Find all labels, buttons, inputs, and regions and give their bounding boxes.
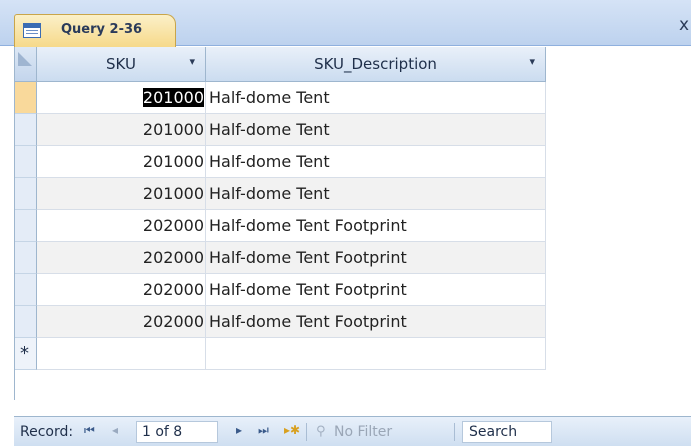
selected-text: 201000 xyxy=(142,88,204,107)
sku-cell[interactable]: 202000 xyxy=(37,242,206,274)
new-sku-cell[interactable] xyxy=(37,338,206,370)
row-selector[interactable] xyxy=(15,114,37,146)
description-cell[interactable]: Half-dome Tent Footprint xyxy=(206,274,546,306)
column-header-label: SKU_Description xyxy=(314,55,437,73)
sku-cell[interactable]: 201000 xyxy=(37,146,206,178)
row-selector[interactable] xyxy=(15,178,37,210)
description-cell[interactable]: Half-dome Tent xyxy=(206,82,546,114)
description-cell[interactable]: Half-dome Tent xyxy=(206,178,546,210)
row-selector[interactable] xyxy=(15,242,37,274)
row-selector[interactable] xyxy=(15,306,37,338)
new-record-selector[interactable]: * xyxy=(15,338,37,370)
query-tab[interactable]: Query 2-36 xyxy=(14,14,176,47)
table-row[interactable]: 202000 Half-dome Tent Footprint xyxy=(37,306,546,338)
sku-cell[interactable]: 202000 xyxy=(37,210,206,242)
new-record-nav-icon[interactable]: ▸✱ xyxy=(284,423,300,437)
record-navigation-bar: Record: ⏮ ◂ 1 of 8 ▸ ⏭ ▸✱ ⚲ No Filter Se… xyxy=(14,416,691,446)
description-cell[interactable]: Half-dome Tent Footprint xyxy=(206,210,546,242)
next-record-icon[interactable]: ▸ xyxy=(236,423,242,437)
sku-cell[interactable]: 201000 xyxy=(37,114,206,146)
sku-cell[interactable]: 202000 xyxy=(37,306,206,338)
description-cell[interactable]: Half-dome Tent xyxy=(206,146,546,178)
search-input[interactable]: Search xyxy=(462,421,552,443)
table-row[interactable]: 201000 Half-dome Tent xyxy=(37,114,546,146)
table-row[interactable]: 202000 Half-dome Tent Footprint xyxy=(37,274,546,306)
previous-record-icon[interactable]: ◂ xyxy=(112,423,118,437)
filter-icon: ⚲ xyxy=(316,424,326,439)
chevron-down-icon[interactable]: ▾ xyxy=(529,55,535,68)
row-selector[interactable] xyxy=(15,210,37,242)
divider xyxy=(306,423,307,441)
table-row[interactable]: 202000 Half-dome Tent Footprint xyxy=(37,242,546,274)
sku-cell[interactable]: 201000 xyxy=(37,178,206,210)
last-record-icon[interactable]: ⏭ xyxy=(258,423,269,438)
chevron-down-icon[interactable]: ▾ xyxy=(189,55,195,68)
new-record-row[interactable] xyxy=(37,338,546,370)
record-position: 1 of 8 xyxy=(142,424,183,440)
table-row[interactable]: 201000 Half-dome Tent xyxy=(37,82,546,114)
document-tab-bar: Query 2-36 x xyxy=(0,0,691,47)
column-header-sku-description[interactable]: SKU_Description ▾ xyxy=(206,47,546,82)
row-selector[interactable] xyxy=(15,274,37,306)
divider xyxy=(454,423,455,441)
description-cell[interactable]: Half-dome Tent Footprint xyxy=(206,242,546,274)
select-all-corner[interactable] xyxy=(15,47,37,82)
table-row[interactable]: 201000 Half-dome Tent xyxy=(37,178,546,210)
query-datasheet-icon xyxy=(23,23,41,38)
sku-cell[interactable]: 202000 xyxy=(37,274,206,306)
sku-cell[interactable]: 201000 xyxy=(37,82,206,114)
table-row[interactable]: 201000 Half-dome Tent xyxy=(37,146,546,178)
current-record-field[interactable]: 1 of 8 xyxy=(136,421,218,443)
description-cell[interactable]: Half-dome Tent Footprint xyxy=(206,306,546,338)
row-selector[interactable] xyxy=(15,146,37,178)
column-header-label: SKU xyxy=(106,55,136,73)
record-label: Record: xyxy=(20,424,74,440)
new-description-cell[interactable] xyxy=(206,338,546,370)
row-selector[interactable] xyxy=(15,82,37,114)
search-label: Search xyxy=(469,424,518,440)
description-cell[interactable]: Half-dome Tent xyxy=(206,114,546,146)
no-filter-button[interactable]: No Filter xyxy=(334,424,392,440)
tab-title: Query 2-36 xyxy=(61,22,143,37)
new-record-icon: * xyxy=(20,343,29,364)
first-record-icon[interactable]: ⏮ xyxy=(84,423,95,438)
table-row[interactable]: 202000 Half-dome Tent Footprint xyxy=(37,210,546,242)
column-header-sku[interactable]: SKU ▾ xyxy=(37,47,206,82)
close-icon[interactable]: x xyxy=(679,15,689,35)
datasheet-grid: SKU ▾ SKU_Description ▾ * 201000 Half-do… xyxy=(14,47,691,400)
